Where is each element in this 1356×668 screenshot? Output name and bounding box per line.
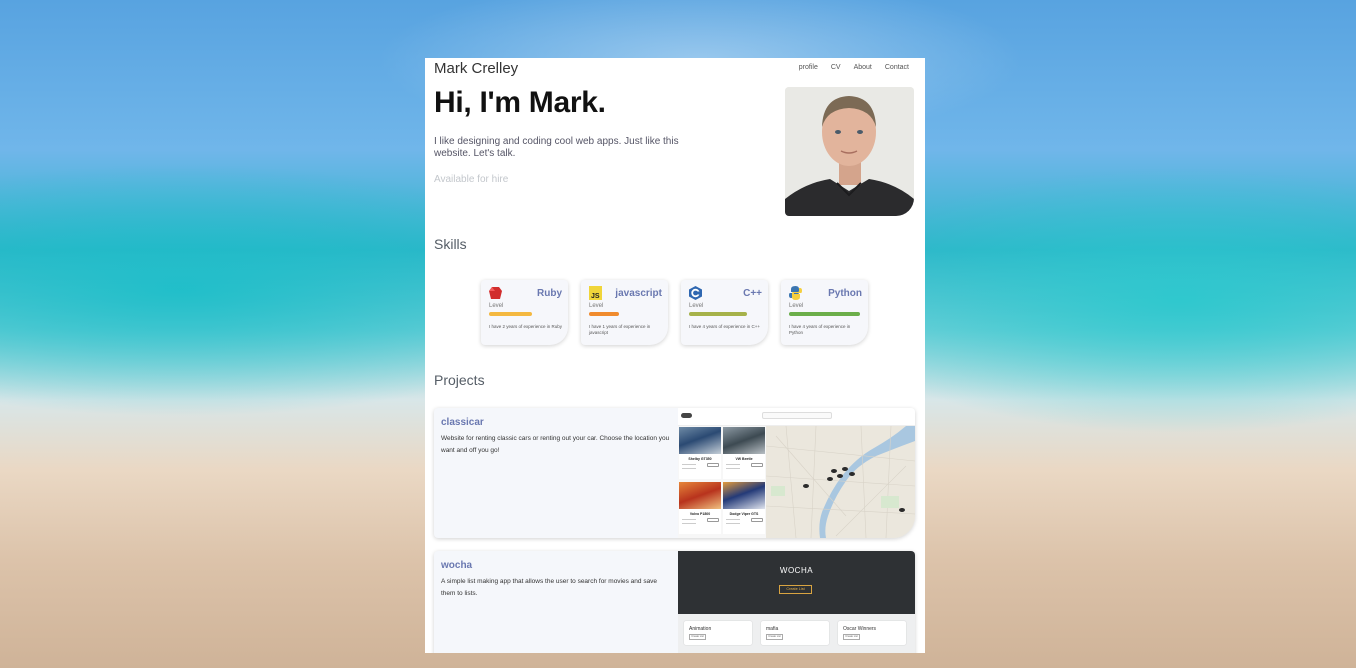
classicar-map [765,425,915,538]
project-title[interactable]: wocha [441,560,472,571]
car-card: VW Beetle [723,427,765,479]
javascript-icon: JS [589,286,602,300]
wocha-title: WOCHA [779,566,814,575]
skill-name: Ruby [537,288,562,299]
wocha-create-list-button: Create List [779,585,812,594]
site-header: Mark Crelley profile CV About Contact [434,60,917,80]
skill-level-bar [689,312,747,316]
site-brand[interactable]: Mark Crelley [434,60,518,77]
skills-heading: Skills [434,236,467,252]
wocha-list-card: mafia Create List [761,621,829,645]
car-card: Shelby GT350 [679,427,721,479]
project-card-wocha[interactable]: wocha A simple list making app that allo… [434,551,915,653]
svg-text:JS: JS [591,293,600,300]
projects-heading: Projects [434,372,485,388]
nav-link-contact[interactable]: Contact [885,64,909,71]
skill-name: Python [828,288,862,299]
nav-link-cv[interactable]: CV [831,64,841,71]
portfolio-page: Mark Crelley profile CV About Contact Hi… [425,58,925,653]
nav-link-about[interactable]: About [854,64,872,71]
car-card: Dodge Viper GTS [723,482,765,534]
skill-description: I have 4 years of experience in Python [789,324,851,335]
classicar-car-list: Shelby GT350 VW Beetle Volvo P1800 Dodge… [678,426,766,538]
wocha-list-card: Animation Create List [684,621,752,645]
hero-intro: I like designing and coding cool web app… [434,136,679,159]
skill-level-label: Level [689,303,704,309]
project-card-classicar[interactable]: classicar Website for renting classic ca… [434,408,915,538]
wocha-list-card: Oscar Winners Create List [838,621,906,645]
skill-name: C++ [743,288,762,299]
skill-level-label: Level [489,303,504,309]
classicar-logo [681,413,692,418]
ruby-icon [489,287,502,299]
skill-level-bar [589,312,619,316]
nav-link-profile[interactable]: profile [799,64,818,71]
skill-card-cpp: C++ Level I have 4 years of experience i… [681,280,768,345]
skill-description: I have 1 years of experience in javascri… [589,324,651,335]
skill-card-python: Python Level I have 4 years of experienc… [781,280,868,345]
car-card: Volvo P1800 [679,482,721,534]
classicar-topbar [678,408,915,426]
project-description: Website for renting classic cars or rent… [441,435,670,454]
skills-list: Ruby Level I have 2 years of experience … [481,280,868,345]
project-screenshot-wocha[interactable]: WOCHA Create List Animation Create List … [678,551,915,653]
classicar-search [762,412,832,419]
skill-card-ruby: Ruby Level I have 2 years of experience … [481,280,568,345]
profile-photo [785,87,914,216]
skill-level-label: Level [789,303,804,309]
python-icon [789,286,802,300]
skill-level-bar [489,312,532,316]
skill-description: I have 2 years of experience in Ruby [489,324,563,329]
skill-level-label: Level [589,303,604,309]
cpp-icon [689,286,702,300]
hero-title: Hi, I'm Mark. [434,86,606,119]
skill-name: javascript [615,288,662,299]
main-nav: profile CV About Contact [799,64,909,71]
skill-card-javascript: JS javascript Level I have 1 years of ex… [581,280,668,345]
project-title[interactable]: classicar [441,417,484,428]
skill-level-bar [789,312,860,316]
project-screenshot-classicar[interactable]: Shelby GT350 VW Beetle Volvo P1800 Dodge… [678,408,915,538]
project-description: A simple list making app that allows the… [441,578,658,597]
availability-status: Available for hire [434,174,509,185]
wocha-hero: WOCHA Create List [678,551,915,614]
wocha-lists: Animation Create List mafia Create List … [678,614,915,653]
skill-description: I have 4 years of experience in C++ [689,324,761,329]
